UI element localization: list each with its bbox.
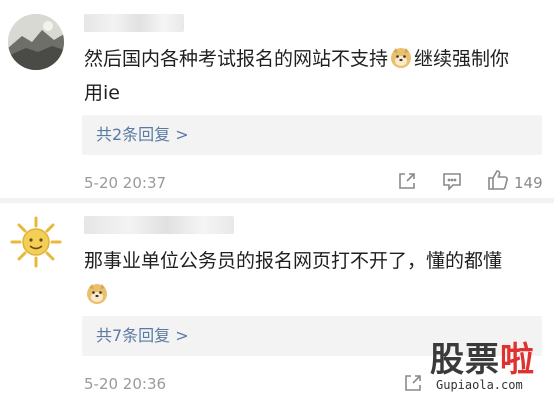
comment-text: 然后国内各种考试报名的网站不支持 继续强制你 用ie	[84, 46, 510, 104]
share-icon[interactable]	[402, 372, 424, 398]
watermark-url: Gupiaola.com	[436, 378, 523, 392]
blurred-username[interactable]	[84, 216, 234, 234]
share-icon[interactable]	[396, 170, 418, 196]
doge-emoji-icon	[86, 282, 108, 304]
comment-time: 5-20 20:36	[84, 375, 167, 393]
like-count: 149	[514, 174, 543, 192]
blurred-username[interactable]	[84, 14, 184, 32]
landscape-avatar-icon[interactable]	[8, 14, 64, 70]
view-replies-button[interactable]: 共2条回复 >	[82, 115, 542, 155]
comment-time: 5-20 20:37	[84, 174, 167, 192]
comment-item: 然后国内各种考试报名的网站不支持 继续强制你 用ie 共2条回复 > 5-20 …	[0, 0, 554, 200]
site-watermark: 股票啦 Gupiaola.com	[430, 332, 552, 402]
replies-label: 共7条回复 >	[96, 326, 189, 345]
comment-icon[interactable]	[441, 170, 463, 196]
sun-avatar-icon[interactable]	[8, 214, 64, 270]
comment-separator	[0, 198, 554, 203]
replies-label: 共2条回复 >	[96, 125, 189, 144]
watermark-logo-text: 股票啦	[430, 340, 535, 380]
comment-text: 那事业单位公务员的报名网页打不开了，懂的都懂	[84, 244, 544, 312]
doge-emoji-icon	[390, 46, 412, 68]
like-icon[interactable]	[486, 168, 510, 196]
